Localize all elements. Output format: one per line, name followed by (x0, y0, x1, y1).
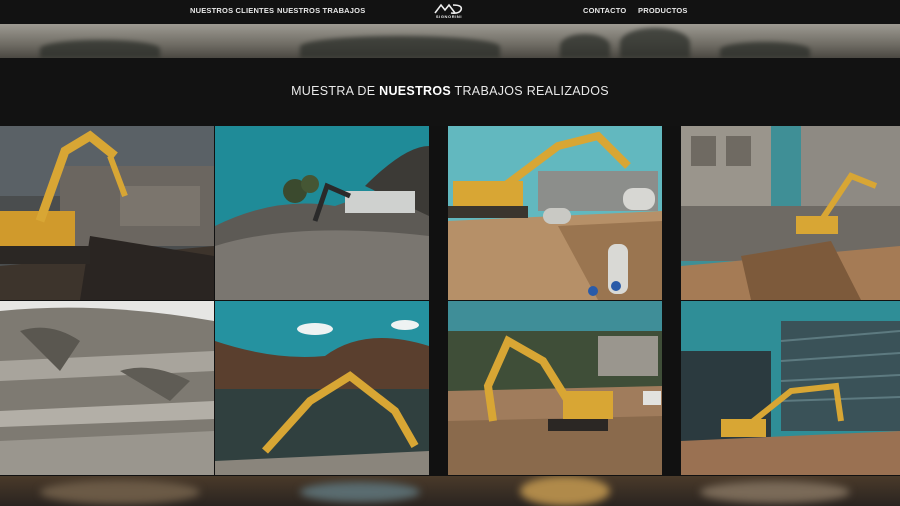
nav-link-contacto[interactable]: CONTACTO (583, 6, 626, 15)
work-gallery (0, 126, 900, 476)
gallery-photo (0, 126, 214, 300)
gallery-photo (448, 126, 662, 300)
gallery-item[interactable] (0, 301, 214, 475)
gallery-item[interactable] (681, 126, 900, 300)
gallery-photo (215, 126, 429, 300)
nav-link-trabajos[interactable]: NUESTROS TRABAJOS (277, 6, 365, 15)
gallery-photo (681, 301, 900, 475)
gallery-item[interactable] (0, 126, 214, 300)
gallery-photo (448, 301, 662, 475)
gallery-photo (681, 126, 900, 300)
gallery-item[interactable] (215, 126, 429, 300)
nav-link-productos[interactable]: PRODUCTOS (638, 6, 688, 15)
gallery-item[interactable] (448, 126, 662, 300)
top-navbar: NUESTROS CLIENTES NUESTROS TRABAJOS SIGN… (0, 0, 900, 24)
bottom-background-image (0, 476, 900, 506)
logo-text: SIGNORINI (435, 14, 463, 19)
gallery-photo (215, 301, 429, 475)
gallery-photo (0, 301, 214, 475)
hero-background-image (0, 24, 900, 58)
gallery-item[interactable] (681, 301, 900, 475)
signorini-logo[interactable]: SIGNORINI (431, 2, 467, 22)
section-title: MUESTRA DE NUESTROS TRABAJOS REALIZADOS (291, 84, 609, 98)
gallery-item[interactable] (448, 301, 662, 475)
gallery-item[interactable] (215, 301, 429, 475)
nav-link-clientes[interactable]: NUESTROS CLIENTES (190, 6, 274, 15)
